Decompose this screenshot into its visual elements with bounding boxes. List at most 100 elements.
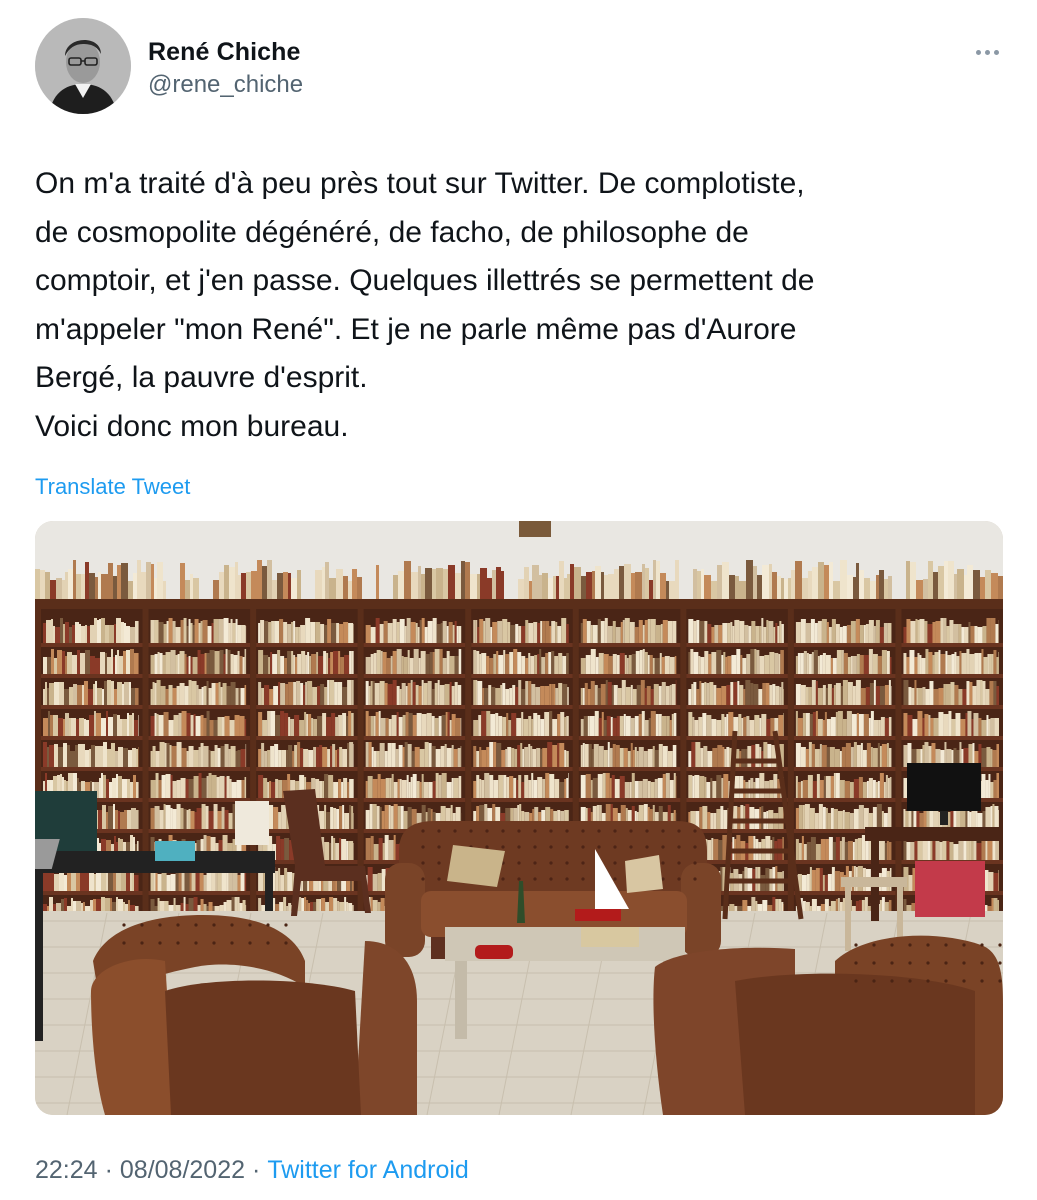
photo-book <box>753 684 759 705</box>
photo-book <box>835 837 840 860</box>
photo-book <box>961 627 965 643</box>
photo-book <box>157 652 160 674</box>
tweet-date[interactable]: 08/08/2022 <box>120 1156 245 1184</box>
tweet-time[interactable]: 22:24 <box>35 1156 98 1184</box>
photo-shelf <box>578 643 681 647</box>
photo-book <box>111 743 115 767</box>
photo-book <box>732 626 735 643</box>
photo-book <box>593 744 599 767</box>
photo-book <box>401 656 404 674</box>
photo-book <box>800 619 806 643</box>
photo-book <box>954 574 957 599</box>
photo-book <box>779 621 782 643</box>
photo-book <box>244 685 247 705</box>
tweet-source-link[interactable]: Twitter for Android <box>267 1156 468 1184</box>
photo-shelf <box>471 767 573 771</box>
photo-book <box>726 747 730 767</box>
photo-book <box>591 749 594 767</box>
photo-shelf <box>148 643 251 647</box>
photo-book <box>916 808 920 829</box>
photo-book <box>811 652 814 674</box>
photo-book <box>879 773 884 798</box>
photo-book <box>815 844 821 860</box>
photo-shelf <box>41 891 143 895</box>
photo-book <box>94 711 96 736</box>
photo-book <box>603 654 609 674</box>
photo-book <box>660 624 663 643</box>
photo-book <box>241 625 246 643</box>
photo-book <box>336 623 340 643</box>
photo-book <box>803 651 807 674</box>
photo-book <box>195 716 201 736</box>
photo-book <box>188 779 194 798</box>
photo-book <box>886 651 890 674</box>
photo-book <box>155 773 159 798</box>
photo-book <box>853 809 859 829</box>
photo-book <box>440 746 445 767</box>
author-handle[interactable]: @rene_chiche <box>148 71 303 99</box>
photo-book <box>365 742 369 767</box>
photo-book <box>976 843 982 860</box>
photo-book <box>834 871 840 891</box>
photo-tuft <box>677 861 681 865</box>
photo-book <box>134 875 138 891</box>
photo-book <box>191 681 197 705</box>
photo-book <box>873 626 876 643</box>
photo-book <box>267 711 271 736</box>
photo-book <box>489 658 494 674</box>
photo-book <box>825 839 829 860</box>
photo-tuft <box>613 861 617 865</box>
photo-book <box>601 572 604 599</box>
photo-book <box>62 580 65 599</box>
photo-book <box>531 684 536 705</box>
photo-shelf <box>793 891 896 895</box>
photo-book <box>96 872 101 891</box>
photo-book <box>588 744 592 767</box>
photo-book <box>159 742 165 767</box>
photo-book <box>567 574 570 599</box>
photo-book <box>151 564 154 599</box>
photo-book <box>884 718 889 736</box>
photo-book <box>323 651 327 674</box>
photo-book <box>914 680 917 705</box>
photo-shelf <box>471 705 573 709</box>
photo-book <box>883 782 886 798</box>
photo-book <box>909 650 915 674</box>
photo-book <box>988 774 991 798</box>
photo-book <box>274 744 279 767</box>
photo-book <box>875 782 878 798</box>
photo-book <box>986 747 991 767</box>
avatar[interactable] <box>35 18 131 114</box>
photo-book <box>974 626 978 643</box>
photo-book <box>58 747 63 767</box>
photo-tuft <box>629 845 633 849</box>
photo-book <box>376 751 380 767</box>
photo-book <box>801 875 807 891</box>
photo-book <box>413 649 419 674</box>
photo-book <box>357 577 362 599</box>
photo-book <box>456 626 459 643</box>
photo-book <box>429 652 433 674</box>
photo-book <box>54 682 59 705</box>
photo-book <box>341 782 344 798</box>
photo-book <box>704 682 707 705</box>
photo-book <box>627 751 631 767</box>
photo-book <box>184 686 189 705</box>
translate-tweet-link[interactable]: Translate Tweet <box>35 474 190 500</box>
author-name[interactable]: René Chiche <box>148 38 301 67</box>
photo-book <box>72 655 77 674</box>
photo-book <box>730 682 734 705</box>
photo-book <box>277 650 281 674</box>
photo-book <box>154 683 157 705</box>
photo-book <box>408 713 413 736</box>
photo-book <box>178 713 182 736</box>
photo-book <box>912 719 918 736</box>
photo-book <box>609 748 613 767</box>
photo-book <box>372 874 378 891</box>
tweet-photo[interactable] <box>35 521 1003 1115</box>
photo-book <box>226 871 229 891</box>
photo-book <box>294 715 300 736</box>
meta-separator: · <box>104 1156 113 1184</box>
more-horizontal-icon[interactable] <box>969 38 1005 66</box>
photo-book <box>238 688 241 705</box>
